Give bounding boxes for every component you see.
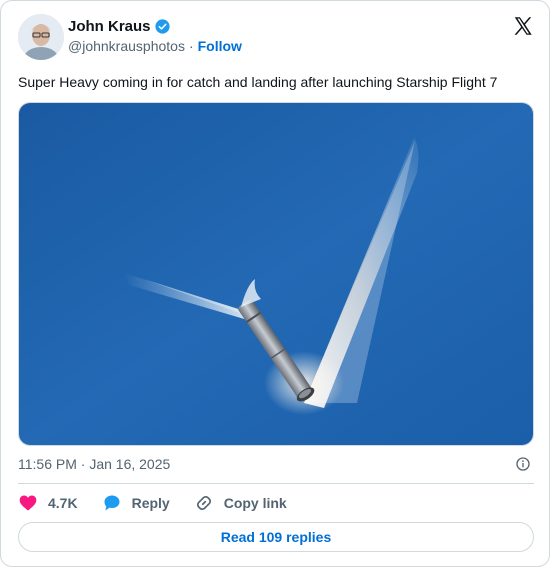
verified-badge-icon — [154, 19, 170, 34]
author-name[interactable]: John Kraus — [68, 18, 151, 35]
heart-icon — [19, 495, 37, 511]
copy-link-button[interactable]: Copy link — [194, 493, 287, 513]
tweet-embed-card: John Kraus @johnkrausphotos · Follow Sup… — [0, 0, 550, 567]
tweet-timestamp[interactable]: 11:56 PM · Jan 16, 2025 — [18, 456, 170, 472]
reply-label: Reply — [131, 495, 170, 511]
divider — [18, 483, 534, 484]
link-icon — [196, 495, 211, 511]
reply-button[interactable]: Reply — [102, 493, 170, 513]
timestamp-row: 11:56 PM · Jan 16, 2025 — [18, 456, 534, 474]
info-icon[interactable] — [515, 456, 531, 472]
tweet-header: John Kraus @johnkrausphotos · Follow — [18, 14, 534, 60]
author-handle-line: @johnkrausphotos · Follow — [68, 38, 242, 54]
x-logo-icon[interactable] — [512, 15, 534, 37]
author-avatar[interactable] — [18, 14, 64, 60]
author-handle[interactable]: @johnkrausphotos — [68, 38, 185, 54]
follow-button[interactable]: Follow — [198, 38, 242, 54]
author-name-line: John Kraus — [68, 18, 171, 35]
like-button[interactable]: 4.7K — [18, 493, 78, 513]
rocket-landing-photo — [19, 103, 533, 445]
read-replies-button[interactable]: Read 109 replies — [18, 522, 534, 552]
tweet-text: Super Heavy coming in for catch and land… — [18, 74, 498, 90]
copy-link-label: Copy link — [223, 495, 287, 511]
like-count: 4.7K — [48, 495, 78, 511]
tweet-actions: 4.7K Reply Copy link — [18, 492, 311, 514]
separator-dot: · — [188, 38, 194, 54]
tweet-photo[interactable] — [18, 102, 534, 446]
reply-bubble-icon — [104, 495, 120, 511]
